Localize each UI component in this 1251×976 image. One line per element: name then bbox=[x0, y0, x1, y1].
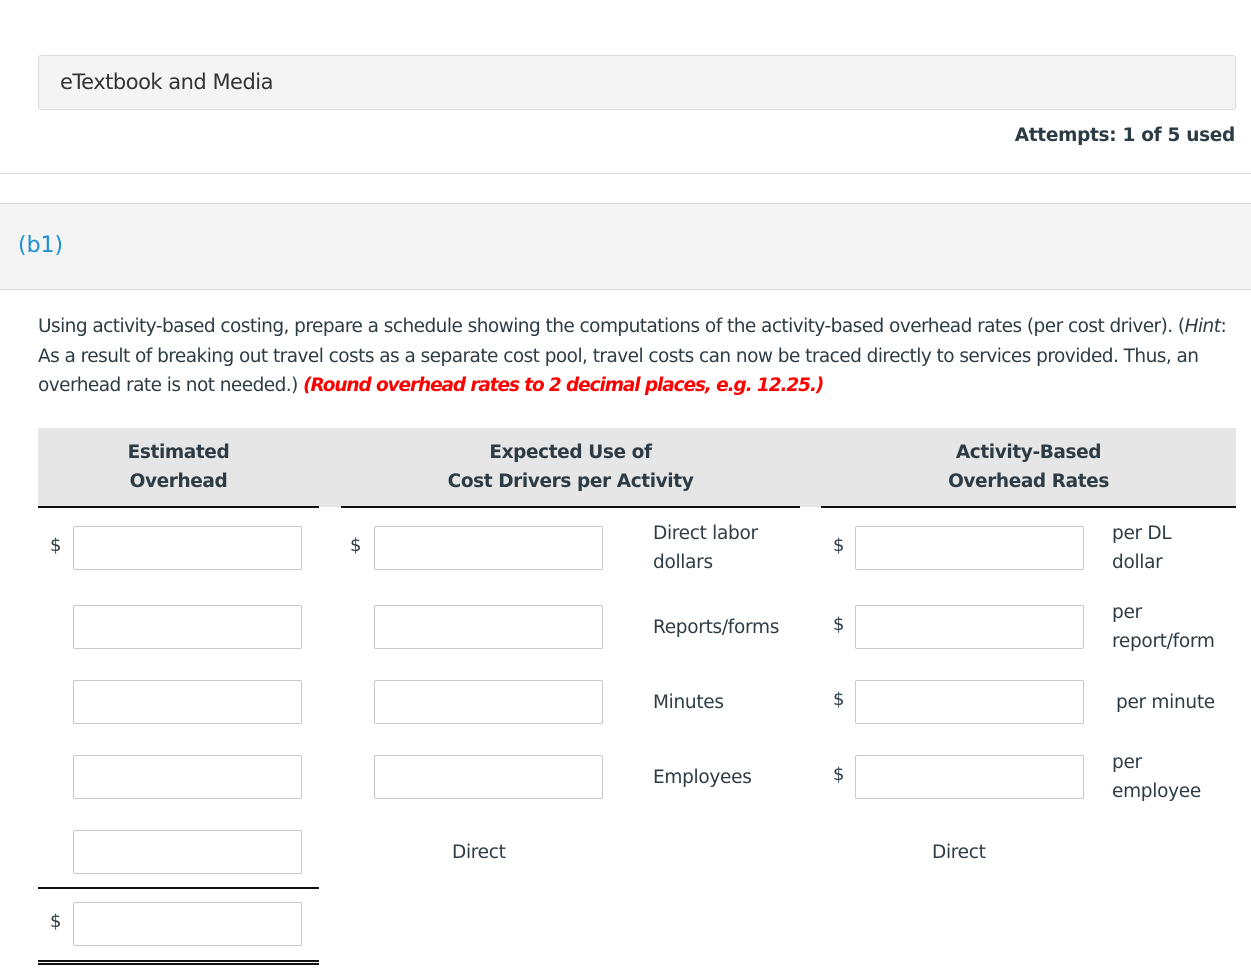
rate-unit-label: per DL dollar bbox=[1112, 523, 1172, 573]
rate-unit-label: per employee bbox=[1112, 752, 1201, 802]
currency-symbol: $ bbox=[833, 764, 845, 785]
header-line: Overhead bbox=[129, 471, 228, 492]
header-line: Overhead Rates bbox=[948, 471, 1109, 492]
cost-driver-input-2[interactable] bbox=[374, 605, 603, 649]
cost-driver-label: Employees bbox=[653, 767, 752, 788]
overhead-rate-input-4[interactable] bbox=[855, 755, 1084, 799]
instructions-hint: Hint bbox=[1184, 316, 1221, 337]
rounding-note: (Round overhead rates to 2 decimal place… bbox=[303, 375, 824, 396]
direct-label: Direct bbox=[932, 842, 986, 863]
currency-symbol: $ bbox=[350, 535, 362, 556]
double-underline-top bbox=[38, 960, 319, 962]
cost-driver-label: Direct labor dollars bbox=[653, 523, 758, 573]
cost-driver-label: Reports/forms bbox=[653, 617, 780, 638]
etextbook-media-panel[interactable]: eTextbook and Media bbox=[38, 55, 1236, 110]
estimated-overhead-input-4[interactable] bbox=[73, 755, 302, 799]
total-underline bbox=[38, 887, 319, 889]
overhead-rate-input-2[interactable] bbox=[855, 605, 1084, 649]
header-line: Estimated bbox=[127, 442, 230, 463]
header-overhead-rates: Activity-Based Overhead Rates bbox=[821, 438, 1236, 496]
header-underline bbox=[38, 506, 319, 508]
rate-unit-label: per report/form bbox=[1112, 602, 1215, 652]
header-estimated-overhead: Estimated Overhead bbox=[38, 438, 319, 496]
cost-driver-input-1[interactable] bbox=[374, 526, 603, 570]
overhead-rate-input-3[interactable] bbox=[855, 680, 1084, 724]
header-line: Cost Drivers per Activity bbox=[447, 471, 694, 492]
question-instructions: Using activity-based costing, prepare a … bbox=[38, 312, 1243, 401]
etextbook-media-label[interactable]: eTextbook and Media bbox=[60, 70, 274, 94]
currency-symbol: $ bbox=[833, 535, 845, 556]
currency-symbol: $ bbox=[50, 535, 62, 556]
currency-symbol: $ bbox=[50, 911, 62, 932]
part-header: (b1) bbox=[0, 203, 1251, 290]
total-overhead-input[interactable] bbox=[73, 902, 302, 946]
divider bbox=[0, 173, 1251, 174]
cost-driver-input-4[interactable] bbox=[374, 755, 603, 799]
header-underline bbox=[341, 506, 800, 508]
estimated-overhead-input-1[interactable] bbox=[73, 526, 302, 570]
double-underline-bottom bbox=[38, 963, 319, 965]
direct-label: Direct bbox=[452, 842, 506, 863]
header-expected-use: Expected Use of Cost Drivers per Activit… bbox=[341, 438, 800, 496]
header-line: Expected Use of bbox=[489, 442, 652, 463]
instructions-text-1: Using activity-based costing, prepare a … bbox=[38, 316, 1185, 337]
part-label: (b1) bbox=[18, 233, 64, 258]
cost-driver-input-3[interactable] bbox=[374, 680, 603, 724]
currency-symbol: $ bbox=[833, 689, 845, 710]
header-line: Activity-Based bbox=[955, 442, 1102, 463]
estimated-overhead-input-5[interactable] bbox=[73, 830, 302, 874]
header-underline bbox=[821, 506, 1236, 508]
attempts-counter: Attempts: 1 of 5 used bbox=[1014, 125, 1236, 146]
cost-driver-label: Minutes bbox=[653, 692, 724, 713]
overhead-rate-input-1[interactable] bbox=[855, 526, 1084, 570]
estimated-overhead-input-2[interactable] bbox=[73, 605, 302, 649]
estimated-overhead-input-3[interactable] bbox=[73, 680, 302, 724]
currency-symbol: $ bbox=[833, 614, 845, 635]
rate-unit-label: per minute bbox=[1116, 692, 1215, 713]
